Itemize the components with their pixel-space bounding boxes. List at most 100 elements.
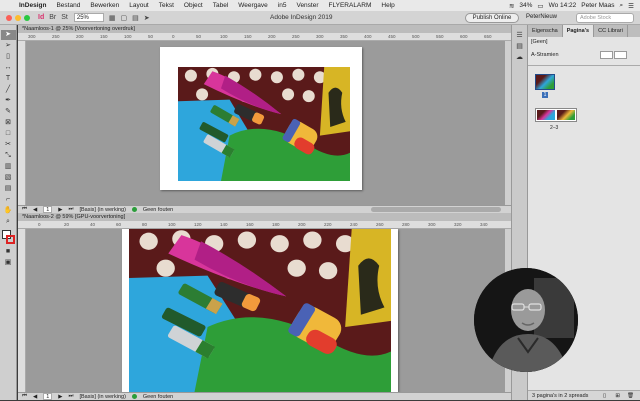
menu-object[interactable]: Object	[179, 2, 208, 9]
zoom-icon[interactable]: ⌕	[1, 217, 16, 227]
view-mode-icon[interactable]: ▣	[1, 258, 16, 268]
gap-tool-icon[interactable]: ↔	[1, 63, 16, 73]
bridge-icon[interactable]: Br	[49, 14, 56, 21]
ruler-label: 340	[480, 222, 488, 227]
master-a-left-thumb[interactable]	[600, 51, 613, 59]
selection-icon[interactable]: ➤	[0, 30, 16, 40]
doc2-pasteboard[interactable]	[26, 229, 505, 392]
stock-icon[interactable]: St	[61, 14, 68, 21]
direct-selection-icon[interactable]: ➢	[1, 41, 16, 51]
menu-indesign[interactable]: InDesign	[14, 2, 51, 9]
menu-venster[interactable]: Venster	[291, 2, 323, 9]
pages-area[interactable]: 1 2–3	[528, 68, 640, 136]
rect-frame-icon[interactable]: ⊠	[1, 118, 16, 128]
doc1-vertical-ruler[interactable]	[18, 41, 26, 205]
list-icon[interactable]: ☰	[628, 2, 634, 10]
doc1-pasteboard[interactable]	[26, 41, 505, 205]
doc2-preflight-label[interactable]: Geen fouten	[143, 394, 173, 400]
pen-icon[interactable]: ✒	[1, 96, 16, 106]
doc2-page[interactable]	[122, 229, 398, 392]
doc2-tab[interactable]: *Naamloos-2 @ 59% [GPU-voorvertoning]	[18, 213, 511, 221]
first-page-icon[interactable]: ⏮	[22, 393, 27, 400]
tab-cc-libraries[interactable]: CC Librari	[594, 25, 628, 37]
gradient-feather-icon[interactable]: ▧	[1, 173, 16, 183]
workspace-switcher[interactable]: PeterNieuw	[526, 14, 557, 20]
next-page-icon[interactable]: ▶	[58, 394, 62, 400]
doc2-photo-frame[interactable]	[129, 229, 391, 392]
clock[interactable]: Wo 14:22	[549, 2, 577, 9]
transform-icon[interactable]: ⤡	[1, 151, 16, 161]
ruler-label: 40	[90, 222, 96, 227]
publish-online-button[interactable]: Publish Online	[465, 13, 519, 23]
last-page-icon[interactable]: ⏭	[68, 393, 73, 400]
zoom-field[interactable]: 25%	[73, 13, 104, 22]
doc1-horizontal-scrollbar[interactable]	[371, 207, 501, 212]
cc-libraries-icon[interactable]: ☁	[512, 53, 527, 63]
eyedropper-icon[interactable]: ⌐	[1, 195, 16, 205]
menu-tekst[interactable]: Tekst	[154, 2, 179, 9]
view-options-icon[interactable]: ▦	[109, 14, 116, 22]
first-page-icon[interactable]: ⏮	[22, 206, 27, 213]
prev-page-icon[interactable]: ◀	[33, 207, 37, 213]
menu-bestand[interactable]: Bestand	[51, 2, 85, 9]
master-a-right-thumb[interactable]	[614, 51, 627, 59]
fill-stroke-swatch[interactable]	[0, 230, 16, 246]
doc2-page-field[interactable]: 1	[43, 393, 53, 400]
doc1-page[interactable]	[160, 47, 362, 190]
doc2-horizontal-ruler[interactable]: 0 20 40 60 80 100 120 140 160 180 200 22…	[18, 221, 511, 229]
adobe-stock-search[interactable]: Adobe Stock	[576, 13, 634, 23]
doc2-style-label[interactable]: [Basis] (in werking)	[79, 394, 125, 400]
menu-layout[interactable]: Layout	[124, 2, 154, 9]
hand-icon[interactable]: ✋	[1, 206, 16, 216]
toolbar-grip[interactable]	[0, 25, 16, 29]
rect-icon[interactable]: □	[1, 129, 16, 139]
battery-level[interactable]: 34%	[519, 2, 532, 9]
pencil-icon[interactable]: ✎	[1, 107, 16, 117]
next-page-icon[interactable]: ▶	[58, 207, 62, 213]
close-icon[interactable]	[6, 14, 12, 21]
document-window-1: *Naamloos-1 @ 25% [Voorvertoning overdru…	[18, 25, 511, 213]
properties-icon[interactable]: ☰	[512, 31, 527, 41]
doc1-horizontal-ruler[interactable]: 300 250 200 150 100 50 0 50 100 150 200 …	[18, 33, 511, 41]
menu-in5[interactable]: in5	[273, 2, 292, 9]
ruler-label: 60	[116, 222, 122, 227]
master-none-row[interactable]: [Geen]	[528, 37, 640, 47]
tab-properties[interactable]: Eigenscha	[528, 25, 563, 37]
send-icon[interactable]: ➤	[144, 14, 150, 22]
page-tool-icon[interactable]: ▯	[1, 52, 16, 62]
page-1-thumb[interactable]	[535, 74, 555, 90]
type-icon[interactable]: T	[1, 74, 16, 84]
prev-page-icon[interactable]: ◀	[33, 394, 37, 400]
pages-icon[interactable]: ▤	[512, 42, 527, 52]
doc1-preflight-label[interactable]: Geen fouten	[143, 207, 173, 213]
doc1-photo-frame[interactable]	[178, 67, 350, 181]
note-icon[interactable]: ▤	[1, 184, 16, 194]
master-a-row[interactable]: A-Stramien	[528, 47, 640, 63]
menu-flyeralarm[interactable]: FLYERALARM	[324, 2, 377, 9]
apply-color-icon[interactable]: ■	[1, 247, 16, 257]
menu-bewerken[interactable]: Bewerken	[85, 2, 124, 9]
line-icon[interactable]: ╱	[1, 85, 16, 95]
search-icon[interactable]: ⌕	[620, 2, 624, 10]
doc1-style-label[interactable]: [Basis] (in werking)	[79, 207, 125, 213]
user-name[interactable]: Peter Maas	[581, 2, 614, 9]
spread-2-3-thumb[interactable]	[535, 108, 577, 122]
doc1-page-field[interactable]: 1	[43, 206, 53, 213]
screen-mode-icon[interactable]: ▢	[120, 14, 127, 22]
minimize-icon[interactable]	[15, 14, 21, 21]
last-page-icon[interactable]: ⏭	[68, 206, 73, 213]
menu-weergave[interactable]: Weergave	[233, 2, 273, 9]
gradient-icon[interactable]: ▥	[1, 162, 16, 172]
tab-pages[interactable]: Pagina's	[562, 25, 595, 37]
stroke-swatch[interactable]	[6, 235, 15, 244]
maximize-icon[interactable]	[24, 14, 30, 21]
ruler-label: 260	[376, 222, 384, 227]
menu-tabel[interactable]: Tabel	[208, 2, 234, 9]
document-window-2: *Naamloos-2 @ 59% [GPU-voorvertoning] 0 …	[18, 213, 511, 400]
menu-help[interactable]: Help	[376, 2, 399, 9]
arrange-documents-icon[interactable]: ▤	[132, 14, 139, 22]
doc2-vertical-ruler[interactable]	[18, 229, 26, 392]
scissors-icon[interactable]: ✂	[1, 140, 16, 150]
doc1-tab[interactable]: *Naamloos-1 @ 25% [Voorvertoning overdru…	[18, 25, 511, 33]
wifi-icon[interactable]: ≋	[509, 2, 514, 10]
